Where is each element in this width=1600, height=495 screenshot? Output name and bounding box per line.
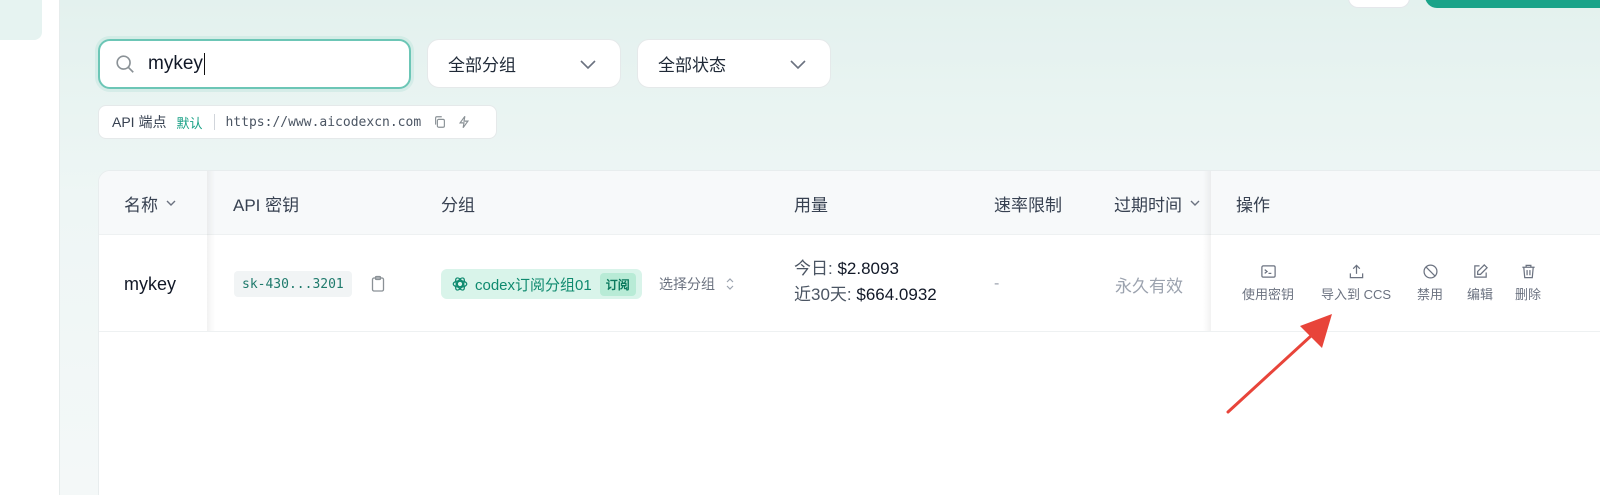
copy-icon[interactable] <box>433 115 447 129</box>
disable-label: 禁用 <box>1417 287 1444 302</box>
column-header-name[interactable]: 名称 <box>124 171 178 235</box>
column-header-api-key: API 密钥 <box>233 195 300 215</box>
table-row: mykey sk-430...3201 codex订阅分组01 订阅 选择分组 <box>99 236 1600 332</box>
import-ccs-label: 导入到 CCS <box>1321 287 1392 302</box>
usage-cell: 今日: $2.8093 近30天: $664.0932 <box>794 256 937 308</box>
usage-today: 今日: $2.8093 <box>794 256 937 282</box>
top-primary-button[interactable] <box>1425 0 1600 8</box>
openai-icon <box>451 275 469 293</box>
divider <box>214 114 216 130</box>
group-name: codex订阅分组01 <box>475 276 592 294</box>
upload-icon <box>1348 263 1365 280</box>
api-endpoint-url: https://www.aicodexcn.com <box>225 114 422 130</box>
rate-limit-value: - <box>994 275 1000 292</box>
api-key-table: 名称 API 密钥 分组 用量 速率限制 过期时间 操作 mykey sk-43… <box>98 170 1600 495</box>
edit-icon <box>1472 263 1489 280</box>
column-header-expire-label: 过期时间 <box>1114 195 1182 215</box>
search-icon <box>114 53 136 75</box>
column-header-actions: 操作 <box>1236 195 1270 215</box>
usage-30d-label: 近30天: <box>794 285 852 304</box>
use-key-label: 使用密钥 <box>1242 287 1295 302</box>
group-filter-select[interactable]: 全部分组 <box>427 39 621 88</box>
api-endpoint-label: API 端点 <box>112 114 167 130</box>
search-input[interactable]: mykey <box>98 39 411 89</box>
status-filter-select[interactable]: 全部状态 <box>637 39 831 88</box>
select-group-label: 选择分组 <box>659 276 715 292</box>
top-secondary-button[interactable] <box>1348 0 1410 8</box>
usage-today-value: $2.8093 <box>837 259 899 278</box>
delete-label: 删除 <box>1515 287 1542 302</box>
lightning-icon[interactable] <box>457 115 471 129</box>
column-header-group: 分组 <box>441 195 475 215</box>
updown-chevron-icon <box>725 277 735 291</box>
column-header-rate-limit: 速率限制 <box>994 195 1062 215</box>
ban-icon <box>1422 263 1439 280</box>
group-filter-label: 全部分组 <box>448 56 516 75</box>
table-header: 名称 API 密钥 分组 用量 速率限制 过期时间 操作 <box>99 171 1600 235</box>
chevron-down-icon <box>164 196 178 210</box>
trash-icon <box>1520 263 1537 280</box>
api-endpoint-bar: API 端点 默认 https://www.aicodexcn.com <box>98 105 497 139</box>
disable-button[interactable]: 禁用 <box>1417 263 1443 303</box>
usage-today-label: 今日: <box>794 259 833 278</box>
sidebar-active-item[interactable] <box>0 0 42 40</box>
column-header-name-label: 名称 <box>124 195 158 215</box>
key-name: mykey <box>124 273 177 294</box>
subscription-tag: 订阅 <box>599 272 636 296</box>
column-header-usage: 用量 <box>794 195 828 215</box>
left-sidebar <box>0 0 60 495</box>
edit-label: 编辑 <box>1467 287 1494 302</box>
default-tag: 默认 <box>176 115 203 131</box>
expire-value: 永久有效 <box>1115 276 1183 296</box>
api-key-value: sk-430...3201 <box>234 271 352 297</box>
edit-button[interactable]: 编辑 <box>1467 263 1493 303</box>
group-badge: codex订阅分组01 订阅 <box>441 269 642 299</box>
usage-30d: 近30天: $664.0932 <box>794 282 937 308</box>
use-key-button[interactable]: 使用密钥 <box>1242 263 1294 303</box>
status-filter-label: 全部状态 <box>658 56 726 75</box>
column-header-expire[interactable]: 过期时间 <box>1114 171 1202 235</box>
delete-button[interactable]: 删除 <box>1515 263 1541 303</box>
chevron-down-icon <box>788 54 808 74</box>
usage-30d-value: $664.0932 <box>856 285 937 304</box>
chevron-down-icon <box>1188 196 1202 210</box>
annotation-arrow-icon <box>1226 314 1332 414</box>
select-group-dropdown[interactable]: 选择分组 <box>659 269 735 299</box>
import-ccs-button[interactable]: 导入到 CCS <box>1321 263 1391 303</box>
terminal-icon <box>1260 263 1277 280</box>
clipboard-icon[interactable] <box>370 275 386 293</box>
search-value[interactable]: mykey <box>148 53 205 75</box>
chevron-down-icon <box>578 54 598 74</box>
